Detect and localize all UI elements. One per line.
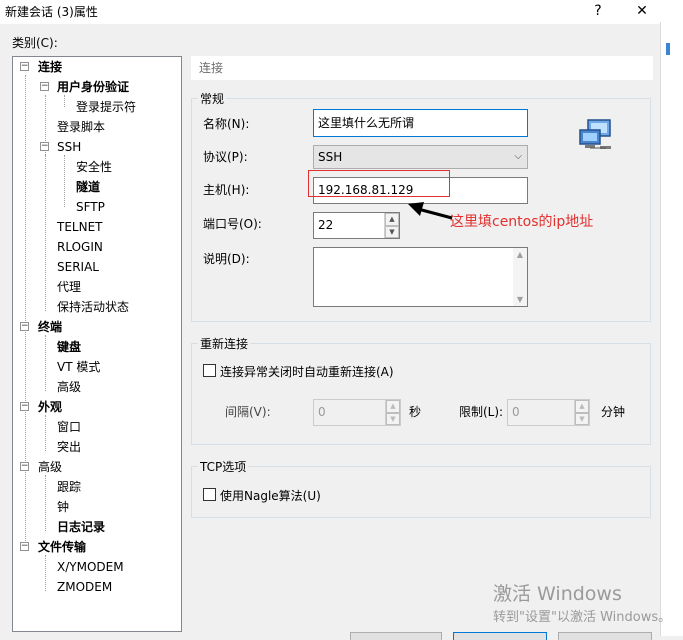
tree-item-serial[interactable]: SERIAL <box>57 259 99 275</box>
expand-toggle-icon[interactable]: − <box>20 322 29 331</box>
stepper-up-icon[interactable]: ▲ <box>386 400 400 413</box>
tree-item-logging[interactable]: 日志记录 <box>57 519 105 535</box>
limit-unit: 分钟 <box>601 405 626 419</box>
tree-item-appearance[interactable]: 外观 <box>38 399 62 415</box>
network-computers-icon <box>579 119 611 149</box>
tree-item-user-auth[interactable]: 用户身份验证 <box>57 79 129 95</box>
tree-item-login-script[interactable]: 登录脚本 <box>57 119 105 135</box>
tree-item-terminal-advanced[interactable]: 高级 <box>57 379 81 395</box>
activation-watermark-title: 激活 Windows <box>493 583 622 605</box>
port-stepper[interactable]: ▲ ▼ <box>384 213 399 238</box>
tree-item-bell[interactable]: 钟 <box>57 499 69 515</box>
scroll-up-icon[interactable]: ▲ <box>513 250 527 259</box>
tree-line <box>25 75 26 549</box>
host-label: 主机(H): <box>203 183 250 197</box>
description-label: 说明(D): <box>203 252 250 266</box>
expand-toggle-icon[interactable]: − <box>20 402 29 411</box>
tree-item-advanced[interactable]: 高级 <box>38 459 62 475</box>
tree-item-xymodem[interactable]: X/YMODEM <box>57 559 124 575</box>
limit-label: 限制(L): <box>459 405 504 419</box>
stepper-down-icon[interactable]: ▼ <box>575 412 589 425</box>
annotation-highlight-box <box>308 170 450 197</box>
chevron-down-icon: ⌵ <box>514 151 522 162</box>
reconnect-group <box>191 343 651 445</box>
window-title: 新建会话 (3)属性 <box>5 5 98 19</box>
tree-item-terminal[interactable]: 终端 <box>38 319 62 335</box>
annotation-arrow-icon <box>408 202 453 220</box>
auto-reconnect-label[interactable]: 连接异常关闭时自动重新连接(A) <box>220 363 394 380</box>
tree-item-vt-mode[interactable]: VT 模式 <box>57 359 100 375</box>
annotation-text: 这里填centos的ip地址 <box>450 214 594 230</box>
tree-item-security[interactable]: 安全性 <box>76 159 112 175</box>
expand-toggle-icon[interactable]: − <box>20 462 29 471</box>
tree-item-window[interactable]: 窗口 <box>57 419 81 435</box>
tree-line <box>45 415 46 451</box>
activation-watermark-subtitle: 转到"设置"以激活 Windows。 <box>493 610 672 625</box>
background-window-marker <box>666 43 670 55</box>
tcp-group-title: TCP选项 <box>198 458 249 475</box>
tree-line <box>45 155 46 311</box>
close-button[interactable]: ✕ <box>622 0 662 22</box>
tree-item-sftp[interactable]: SFTP <box>76 199 105 215</box>
tree-line <box>45 335 46 391</box>
tree-line <box>45 555 46 591</box>
tree-item-login-prompt[interactable]: 登录提示符 <box>76 99 136 115</box>
tree-item-ssh[interactable]: SSH <box>57 139 81 155</box>
name-input[interactable]: 这里填什么无所谓 <box>313 109 528 137</box>
tree-line <box>45 475 46 531</box>
tree-item-keyboard[interactable]: 键盘 <box>57 339 81 355</box>
tree-item-keepalive[interactable]: 保持活动状态 <box>57 299 129 315</box>
tree-item-file-transfer[interactable]: 文件传输 <box>38 539 86 555</box>
dialog-button[interactable] <box>350 632 442 640</box>
category-label: 类别(C): <box>12 36 58 50</box>
reconnect-group-title: 重新连接 <box>198 335 251 352</box>
stepper-down-icon[interactable]: ▼ <box>386 412 400 425</box>
tree-line <box>64 155 65 207</box>
tree-line <box>64 95 65 107</box>
interval-unit: 秒 <box>409 405 422 419</box>
auto-reconnect-checkbox[interactable] <box>203 364 216 377</box>
name-label: 名称(N): <box>203 117 250 131</box>
description-textarea[interactable]: ▲ ▼ <box>313 247 528 307</box>
tree-item-trace[interactable]: 跟踪 <box>57 479 81 495</box>
protocol-select[interactable]: SSH ⌵ <box>313 145 528 169</box>
background-window-edge <box>660 22 683 636</box>
help-button[interactable]: ? <box>578 0 618 22</box>
description-scrollbar[interactable]: ▲ ▼ <box>513 248 527 306</box>
port-label: 端口号(O): <box>203 217 262 231</box>
expand-toggle-icon[interactable]: − <box>40 142 49 151</box>
tree-item-rlogin[interactable]: RLOGIN <box>57 239 103 255</box>
limit-stepper[interactable]: ▲ ▼ <box>574 400 589 425</box>
interval-label: 间隔(V): <box>225 405 271 419</box>
expand-toggle-icon[interactable]: − <box>20 542 29 551</box>
stepper-up-icon[interactable]: ▲ <box>385 213 399 226</box>
general-group-title: 常规 <box>198 90 227 107</box>
tree-item-proxy[interactable]: 代理 <box>57 279 81 295</box>
protocol-value: SSH <box>318 150 343 164</box>
tree-item-connection[interactable]: 连接 <box>38 59 62 75</box>
tree-item-zmodem[interactable]: ZMODEM <box>57 579 112 595</box>
tree-item-highlight[interactable]: 突出 <box>57 439 81 455</box>
expand-toggle-icon[interactable]: − <box>40 82 49 91</box>
expand-toggle-icon[interactable]: − <box>20 62 29 71</box>
tree-item-tunnel[interactable]: 隧道 <box>76 179 100 195</box>
stepper-up-icon[interactable]: ▲ <box>575 400 589 413</box>
protocol-label: 协议(P): <box>203 150 248 164</box>
dialog-button[interactable] <box>558 632 652 640</box>
scroll-down-icon[interactable]: ▼ <box>513 295 527 304</box>
nagle-label[interactable]: 使用Nagle算法(U) <box>220 487 321 504</box>
interval-stepper[interactable]: ▲ ▼ <box>385 400 400 425</box>
panel-header: 连接 <box>191 56 653 80</box>
stepper-down-icon[interactable]: ▼ <box>385 225 399 238</box>
nagle-checkbox[interactable] <box>203 488 216 501</box>
dialog-button[interactable] <box>453 632 547 640</box>
tree-item-telnet[interactable]: TELNET <box>57 219 103 235</box>
